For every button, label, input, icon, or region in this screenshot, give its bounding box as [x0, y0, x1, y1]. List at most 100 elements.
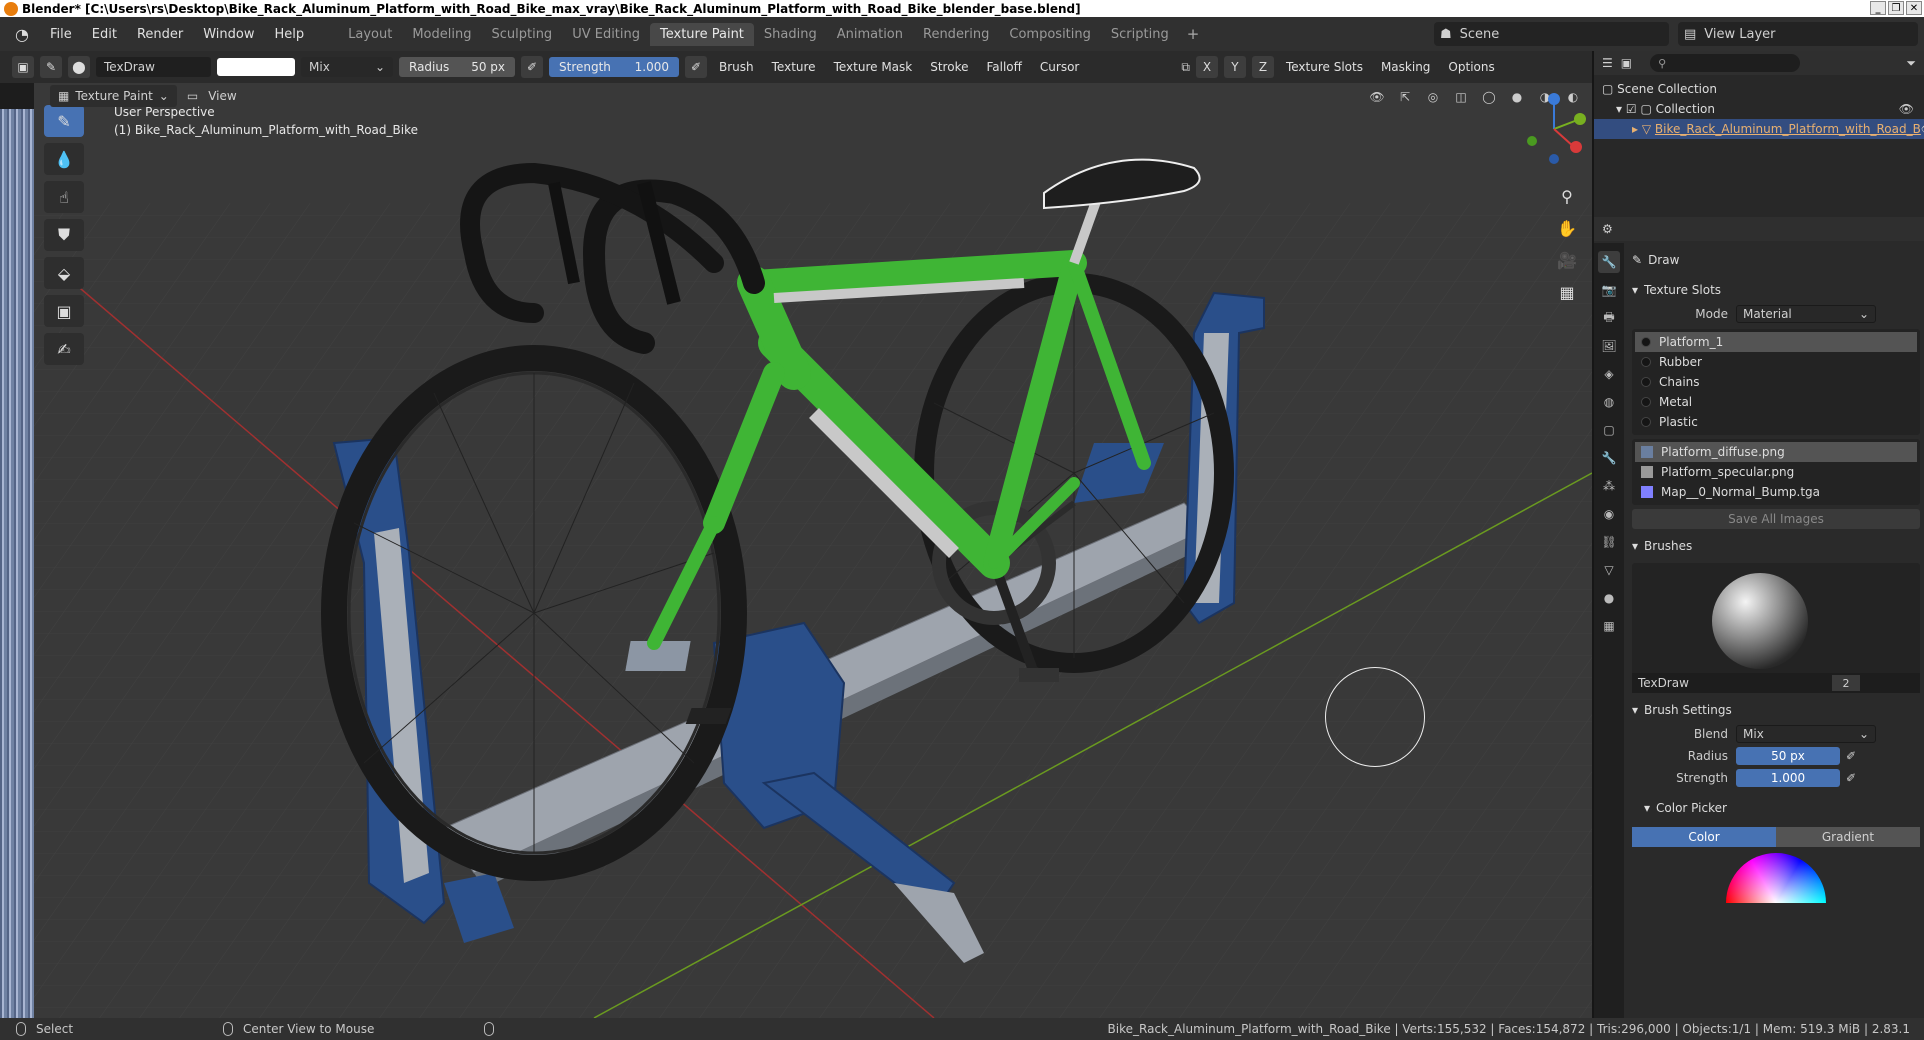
- strength-pressure-icon[interactable]: ✐: [685, 56, 707, 78]
- scene-tab-icon[interactable]: ◈: [1598, 363, 1620, 385]
- view-layer-selector[interactable]: ▤ View Layer: [1678, 22, 1918, 46]
- tab-shading[interactable]: Shading: [754, 23, 827, 46]
- material-tab-icon[interactable]: ●: [1598, 587, 1620, 609]
- texture-mask-menu[interactable]: Texture Mask: [828, 60, 919, 74]
- tab-sculpting[interactable]: Sculpting: [481, 23, 562, 46]
- tab-animation[interactable]: Animation: [827, 23, 913, 46]
- brush-name-field[interactable]: TexDraw: [96, 57, 211, 77]
- tool-tab-icon[interactable]: 🔧: [1598, 251, 1620, 273]
- texture-slots-header[interactable]: ▾ Texture Slots: [1626, 277, 1924, 303]
- tab-compositing[interactable]: Compositing: [999, 23, 1101, 46]
- display-mode-icon[interactable]: ▣: [1621, 56, 1632, 70]
- fill-tool-icon[interactable]: ⬙: [44, 257, 84, 289]
- list-item[interactable]: Rubber: [1635, 352, 1917, 372]
- tab-layout[interactable]: Layout: [338, 23, 402, 46]
- outliner-editor-icon[interactable]: ☰: [1602, 56, 1613, 70]
- stroke-menu[interactable]: Stroke: [924, 60, 974, 74]
- blend-dropdown[interactable]: Mix ⌄: [1736, 725, 1876, 743]
- maximize-button[interactable]: ❐: [1888, 1, 1904, 15]
- brush-name-field[interactable]: TexDraw: [1632, 673, 1920, 693]
- menu-file[interactable]: File: [40, 27, 82, 42]
- camera-icon[interactable]: 🎥: [1554, 247, 1580, 273]
- annotate-tool-icon[interactable]: ✍: [44, 333, 84, 365]
- tab-uv-editing[interactable]: UV Editing: [562, 23, 650, 46]
- constraints-tab-icon[interactable]: ⛓: [1598, 531, 1620, 553]
- output-tab-icon[interactable]: 🖶: [1598, 307, 1620, 329]
- close-button[interactable]: ✕: [1906, 1, 1922, 15]
- menu-window[interactable]: Window: [193, 27, 264, 42]
- 3d-viewport[interactable]: ▦ Texture Paint ⌄ ▭ View 👁 ⇱ ◎ ◫ ◯ ● ◑ ◐…: [34, 83, 1592, 1018]
- properties-editor-icon[interactable]: ⚙: [1602, 222, 1613, 236]
- cursor-menu[interactable]: Cursor: [1034, 60, 1085, 74]
- modifier-tab-icon[interactable]: 🔧: [1598, 447, 1620, 469]
- texture-slots-menu[interactable]: Texture Slots: [1280, 60, 1369, 74]
- blender-menu-icon[interactable]: ◔: [12, 24, 32, 44]
- list-item[interactable]: Platform_1: [1635, 332, 1917, 352]
- brush-icon[interactable]: ⬤: [68, 56, 90, 78]
- brush-menu[interactable]: Brush: [713, 60, 760, 74]
- tab-gradient[interactable]: Gradient: [1776, 827, 1920, 847]
- brush-settings-header[interactable]: ▾ Brush Settings: [1626, 697, 1924, 723]
- texture-menu[interactable]: Texture: [766, 60, 822, 74]
- outliner-search-input[interactable]: ⚲: [1650, 54, 1801, 72]
- add-workspace-button[interactable]: +: [1179, 25, 1208, 43]
- brush-tool-icon[interactable]: ✎: [40, 56, 62, 78]
- menu-edit[interactable]: Edit: [82, 27, 127, 42]
- menu-help[interactable]: Help: [265, 27, 315, 42]
- symmetry-icon[interactable]: ⧉: [1181, 60, 1190, 75]
- list-item[interactable]: Map__0_Normal_Bump.tga: [1635, 482, 1917, 502]
- world-tab-icon[interactable]: ◍: [1598, 391, 1620, 413]
- falloff-menu[interactable]: Falloff: [980, 60, 1027, 74]
- color-picker-header[interactable]: ▾ Color Picker: [1626, 795, 1924, 821]
- blend-dropdown[interactable]: Mix ⌄: [301, 57, 393, 77]
- scene-selector[interactable]: ☗ Scene: [1434, 22, 1669, 46]
- tab-color[interactable]: Color: [1632, 827, 1776, 847]
- strength-slider[interactable]: Strength 1.000: [549, 57, 679, 77]
- pan-hand-icon[interactable]: ✋: [1554, 215, 1580, 241]
- outliner-collection[interactable]: ▾ ☑ ▢ Collection 👁: [1594, 99, 1924, 119]
- minimize-button[interactable]: _: [1870, 1, 1886, 15]
- radius-pressure-icon[interactable]: ✐: [521, 56, 543, 78]
- mode-selector[interactable]: ▦ Texture Paint ⌄: [50, 85, 177, 107]
- brushes-header[interactable]: ▾ Brushes: [1626, 533, 1924, 559]
- save-all-images-button[interactable]: Save All Images: [1632, 509, 1920, 529]
- clone-tool-icon[interactable]: ⛊: [44, 219, 84, 251]
- particles-tab-icon[interactable]: ⁂: [1598, 475, 1620, 497]
- physics-tab-icon[interactable]: ◉: [1598, 503, 1620, 525]
- strength-slider[interactable]: 1.000: [1736, 769, 1840, 787]
- draw-tool-icon[interactable]: ✎: [44, 105, 84, 137]
- checkbox-icon[interactable]: ☑: [1626, 102, 1637, 116]
- list-item[interactable]: Metal: [1635, 392, 1917, 412]
- tab-rendering[interactable]: Rendering: [913, 23, 999, 46]
- menu-render[interactable]: Render: [127, 27, 193, 42]
- list-item[interactable]: Platform_diffuse.png: [1635, 442, 1917, 462]
- smear-tool-icon[interactable]: ☝: [44, 181, 84, 213]
- zoom-icon[interactable]: ⚲: [1554, 183, 1580, 209]
- outliner-object-row[interactable]: ▸ ▽ Bike_Rack_Aluminum_Platform_with_Roa…: [1594, 119, 1924, 139]
- axis-y-toggle[interactable]: Y: [1223, 56, 1246, 78]
- view-menu[interactable]: View: [208, 89, 236, 103]
- brush-preview[interactable]: TexDraw 2: [1632, 563, 1920, 693]
- tab-scripting[interactable]: Scripting: [1101, 23, 1179, 46]
- mode-dropdown[interactable]: Material ⌄: [1736, 305, 1876, 323]
- render-tab-icon[interactable]: 📷: [1598, 279, 1620, 301]
- object-tab-icon[interactable]: ▢: [1598, 419, 1620, 441]
- outliner-scene-collection[interactable]: ▢ Scene Collection: [1594, 79, 1924, 99]
- tab-texture-paint[interactable]: Texture Paint: [650, 22, 754, 46]
- tab-modeling[interactable]: Modeling: [402, 23, 481, 46]
- axis-x-toggle[interactable]: X: [1195, 56, 1218, 78]
- data-tab-icon[interactable]: ▽: [1598, 559, 1620, 581]
- pressure-icon[interactable]: ✐: [1846, 771, 1856, 785]
- brush-color-swatch[interactable]: [217, 58, 295, 76]
- view-layer-tab-icon[interactable]: 🖼: [1598, 335, 1620, 357]
- list-item[interactable]: Plastic: [1635, 412, 1917, 432]
- pressure-icon[interactable]: ✐: [1846, 749, 1856, 763]
- texture-tab-icon[interactable]: ▦: [1598, 615, 1620, 637]
- masking-menu[interactable]: Masking: [1375, 60, 1436, 74]
- options-menu[interactable]: Options: [1442, 60, 1500, 74]
- radius-slider[interactable]: 50 px: [1736, 747, 1840, 765]
- mask-tool-icon[interactable]: ▣: [44, 295, 84, 327]
- list-item[interactable]: Chains: [1635, 372, 1917, 392]
- soften-tool-icon[interactable]: 💧: [44, 143, 84, 175]
- axis-z-toggle[interactable]: Z: [1251, 56, 1274, 78]
